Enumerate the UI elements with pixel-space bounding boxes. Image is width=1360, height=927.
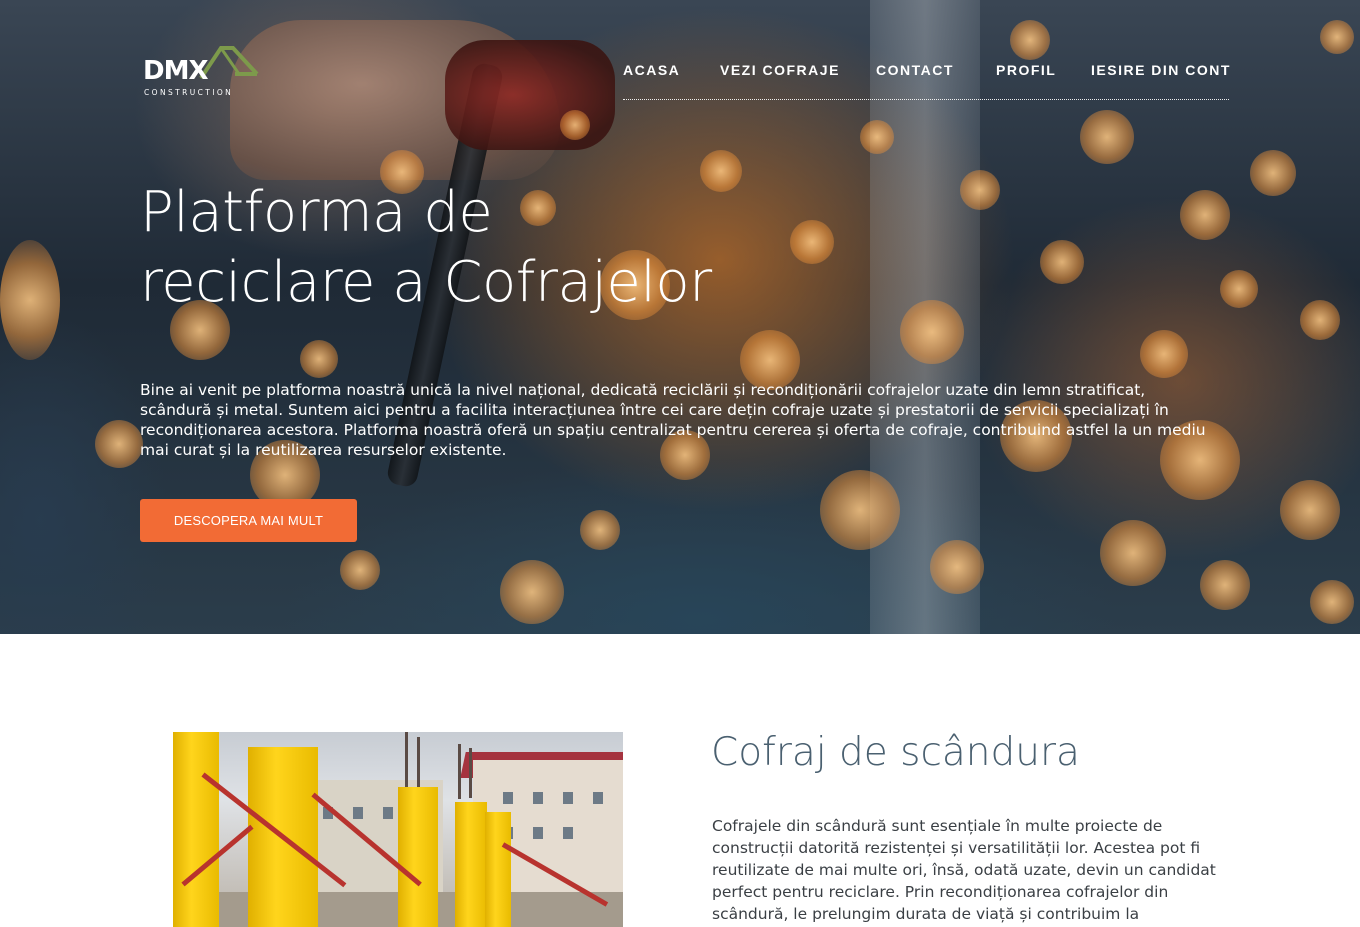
bokeh-light: [820, 470, 900, 550]
discover-more-button[interactable]: DESCOPERA MAI MULT: [140, 499, 357, 542]
bokeh-light: [1140, 330, 1188, 378]
photo-rebar: [458, 744, 461, 799]
content-section: Cofraj de scândura Cofrajele din scândur…: [0, 634, 1360, 927]
bokeh-light: [930, 540, 984, 594]
bokeh-light: [300, 340, 338, 378]
bokeh-light: [500, 560, 564, 624]
bokeh-light: [1100, 520, 1166, 586]
bokeh-light: [580, 510, 620, 550]
bokeh-light: [1040, 240, 1084, 284]
bokeh-light: [900, 300, 964, 364]
dmx-logo[interactable]: DMX CONSTRUCTION: [143, 44, 261, 98]
photo-window: [533, 827, 543, 839]
bokeh-light: [95, 420, 143, 468]
bokeh-light: [1320, 20, 1354, 54]
bokeh-light: [0, 240, 60, 360]
bokeh-light: [960, 170, 1000, 210]
hero-title-line-1: Platforma de: [140, 180, 493, 245]
bokeh-light: [1250, 150, 1296, 196]
bokeh-light: [1280, 480, 1340, 540]
photo-formwork-column: [173, 732, 219, 927]
section-text: Cofrajele din scândură sunt esențiale în…: [712, 817, 1216, 923]
photo-rebar: [405, 732, 408, 792]
crane-logo-icon: [199, 46, 259, 80]
hero-description: Bine ai venit pe platforma noastră unică…: [140, 381, 1206, 459]
bokeh-light: [1220, 270, 1258, 308]
bokeh-light: [1300, 300, 1340, 340]
photo-window: [503, 792, 513, 804]
photo-window: [563, 827, 573, 839]
logo-subtext: CONSTRUCTION: [144, 88, 234, 97]
bokeh-light: [1010, 20, 1050, 60]
photo-rebar: [417, 737, 420, 792]
photo-window: [563, 792, 573, 804]
section-title: Cofraj de scândura: [711, 730, 1080, 775]
nav-item-profil[interactable]: PROFIL: [996, 62, 1056, 78]
bokeh-light: [1180, 190, 1230, 240]
nav-item-vezi-cofraje[interactable]: VEZI COFRAJE: [720, 62, 840, 78]
photo-formwork-column: [455, 802, 487, 927]
hero-title: Platforma de reciclare a Cofrajelor: [140, 178, 860, 318]
photo-window: [593, 792, 603, 804]
photo-formwork-column: [398, 787, 438, 927]
photo-window: [533, 792, 543, 804]
bokeh-light: [340, 550, 380, 590]
bokeh-light: [560, 110, 590, 140]
bokeh-light: [860, 120, 894, 154]
bokeh-light: [1080, 110, 1134, 164]
hero-background-grinder: [445, 40, 615, 150]
nav-item-acasa[interactable]: ACASA: [623, 62, 680, 78]
bokeh-light: [1200, 560, 1250, 610]
logo-wordmark: DMX: [143, 56, 209, 86]
hero-title-line-2: reciclare a Cofrajelor: [140, 250, 712, 315]
bokeh-light: [1310, 580, 1354, 624]
photo-rebar: [469, 748, 472, 798]
hero-banner: DMX CONSTRUCTION ACASA VEZI COFRAJE CONT…: [0, 0, 1360, 634]
photo-formwork-column: [485, 812, 511, 927]
main-navigation: ACASA VEZI COFRAJE CONTACT PROFIL IESIRE…: [623, 60, 1229, 100]
nav-item-iesire-din-cont[interactable]: IESIRE DIN CONT: [1091, 62, 1231, 78]
nav-item-contact[interactable]: CONTACT: [876, 62, 954, 78]
formwork-photo: [173, 732, 623, 927]
photo-window: [383, 807, 393, 819]
photo-window: [353, 807, 363, 819]
